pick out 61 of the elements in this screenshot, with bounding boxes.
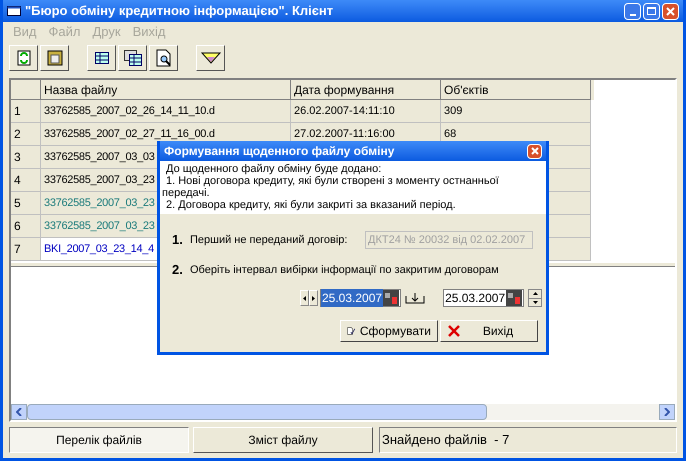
table-cell: 33762585_2007_03_23 xyxy=(41,215,157,238)
row-number: 5 xyxy=(11,192,41,215)
spin-button[interactable] xyxy=(528,289,542,307)
step-number: 1. xyxy=(172,231,184,250)
empty-cell xyxy=(549,238,591,261)
scroll-right-button[interactable] xyxy=(309,290,318,306)
row-number: 6 xyxy=(11,215,41,238)
table-cell: 33762585_2007_03_03 xyxy=(41,146,157,169)
up-triangle-icon xyxy=(532,292,538,296)
range-icon[interactable] xyxy=(405,292,426,304)
down-triangle-icon xyxy=(532,300,538,304)
tables-icon xyxy=(124,50,142,66)
table-cell: 33762585_2007_02_26_14_11_10.d xyxy=(41,100,291,123)
table-cell: 33762585_2007_03_23 xyxy=(41,192,157,215)
refresh-icon xyxy=(16,50,30,66)
horizontal-scrollbar[interactable] xyxy=(11,404,675,420)
dialog-title: Формування щоденного файлу обміну xyxy=(164,143,394,160)
info-text: 1. Нові договора кредиту, які були створені з моменту остнанньої передачі. xyxy=(162,175,500,199)
row-number: 2 xyxy=(11,123,41,146)
window-title: "Бюро обміну кредитною інформацією". Клієнт xyxy=(25,2,334,20)
close-icon xyxy=(530,147,538,155)
scroll-left-button[interactable] xyxy=(300,290,309,306)
right-triangle-icon xyxy=(312,296,315,300)
empty-cell xyxy=(549,215,591,238)
view-tab[interactable]: Зміст файлу xyxy=(193,427,373,453)
close-button[interactable] xyxy=(662,2,679,20)
cross-icon xyxy=(447,324,461,338)
toolbar-button[interactable] xyxy=(9,45,38,71)
row-number: 1 xyxy=(11,100,41,123)
table-cell: 309 xyxy=(441,100,591,123)
close-button[interactable] xyxy=(527,144,542,158)
table-cell: 33762585_2007_03_23 xyxy=(41,169,157,192)
generate-button[interactable]: Сформувати xyxy=(340,320,438,342)
empty-cell xyxy=(549,146,591,169)
info-text: До щоденного файлу обміну буде додано: xyxy=(165,163,382,175)
magnifier-page-icon xyxy=(156,49,172,67)
toolbar-button[interactable] xyxy=(87,45,116,71)
archive-icon xyxy=(46,49,64,67)
window-icon xyxy=(7,6,21,16)
empty-cell xyxy=(549,192,591,215)
toolbar-button[interactable] xyxy=(149,45,178,71)
step-label: Перший не переданий договір: xyxy=(190,232,348,248)
status-bar: Знайдено файлів - 7 xyxy=(379,427,677,453)
toolbar-button[interactable] xyxy=(118,45,147,71)
toolbar-button[interactable] xyxy=(40,45,69,71)
close-icon xyxy=(666,6,675,16)
table-icon xyxy=(94,52,108,64)
minimize-button[interactable] xyxy=(624,2,641,20)
step-number: 2. xyxy=(172,261,184,280)
empty-cell xyxy=(549,169,591,192)
maximize-button[interactable] xyxy=(643,2,660,20)
info-text: 2. Договора кредиту, які були закриті за вказаний період. xyxy=(165,199,457,211)
exit-button[interactable]: Вихід xyxy=(440,320,538,342)
table-cell: 26.02.2007-14:11:10 xyxy=(291,100,441,123)
row-number: 3 xyxy=(11,146,41,169)
step-label: Оберіть інтервал вибірки інформації по закритим договорам xyxy=(190,262,499,278)
toolbar-button[interactable] xyxy=(196,45,225,71)
view-tab[interactable]: Перелік файлів xyxy=(9,427,189,453)
row-number: 7 xyxy=(11,238,41,261)
left-triangle-icon xyxy=(303,296,306,300)
row-number: 4 xyxy=(11,169,41,192)
